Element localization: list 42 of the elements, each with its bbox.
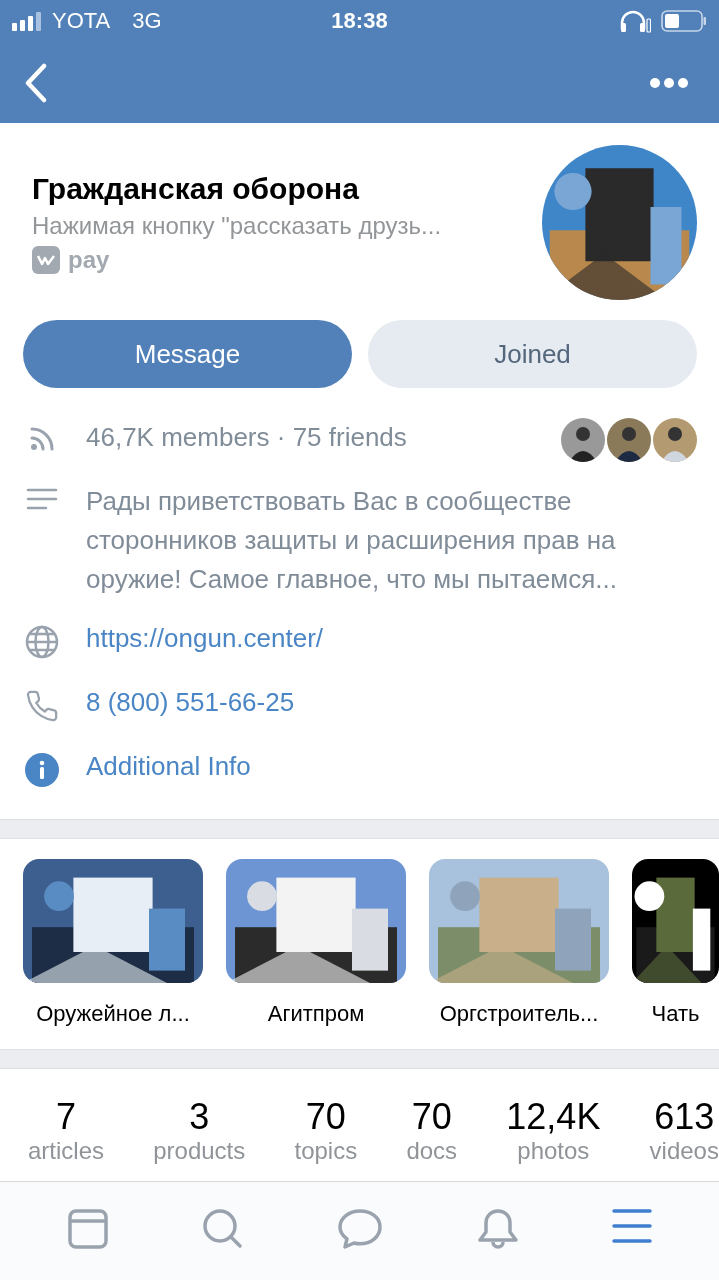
text-lines-icon	[26, 488, 58, 510]
website-link[interactable]: https://ongun.center/	[86, 619, 697, 658]
album-title[interactable]: Оружейное л...	[36, 1001, 190, 1027]
stat-count: 613	[654, 1097, 715, 1137]
carrier-name: YOTA	[52, 8, 111, 34]
window-icon	[66, 1208, 109, 1250]
stat-count: 3	[189, 1097, 210, 1137]
stat-label[interactable]: photos	[517, 1137, 590, 1165]
headphones-icon	[619, 9, 651, 33]
album-title[interactable]: Чать	[651, 1001, 700, 1027]
network-type: 3G	[132, 8, 162, 34]
pay-label: pay	[68, 245, 110, 274]
community-status: Нажимая кнопку "рассказать друзь...	[32, 211, 442, 240]
stat-count: 7	[56, 1097, 77, 1137]
additional-info-link[interactable]: Additional Info	[86, 747, 697, 786]
stat-count: 70	[411, 1097, 452, 1137]
stat-label[interactable]: docs	[406, 1137, 458, 1165]
search-icon	[202, 1208, 245, 1250]
info-icon	[25, 753, 59, 787]
bell-icon	[476, 1208, 519, 1252]
message-button[interactable]: Message	[23, 320, 352, 388]
stat-count: 12,4K	[506, 1097, 601, 1137]
stat-label[interactable]: topics	[294, 1137, 358, 1165]
clock: 18:38	[331, 8, 388, 34]
album-title[interactable]: Агитпром	[267, 1001, 365, 1027]
stat-label[interactable]: articles	[28, 1137, 105, 1165]
phone-icon	[25, 689, 59, 723]
stat-label[interactable]: videos	[649, 1137, 719, 1165]
menu-icon	[612, 1208, 653, 1244]
joined-button[interactable]: Joined	[368, 320, 697, 388]
battery-icon	[661, 10, 707, 32]
album-title[interactable]: Оргстроитель...	[439, 1001, 599, 1027]
phone-link[interactable]: 8 (800) 551-66-25	[86, 683, 697, 722]
stat-count: 70	[305, 1097, 346, 1137]
speech-bubble-icon	[337, 1208, 384, 1250]
community-description: Рады приветствовать Вас в сообществе сторонников защиты и расширения прав на оружие! Самое главное, что мы пытаемся...	[86, 485, 618, 596]
globe-icon	[25, 625, 59, 659]
signal-icon	[12, 11, 44, 31]
members-count: 46,7K members · 75 friends	[86, 421, 408, 454]
vk-logo-icon	[32, 245, 60, 274]
community-title: Гражданская оборона	[32, 171, 360, 206]
stat-label[interactable]: products	[153, 1137, 246, 1165]
